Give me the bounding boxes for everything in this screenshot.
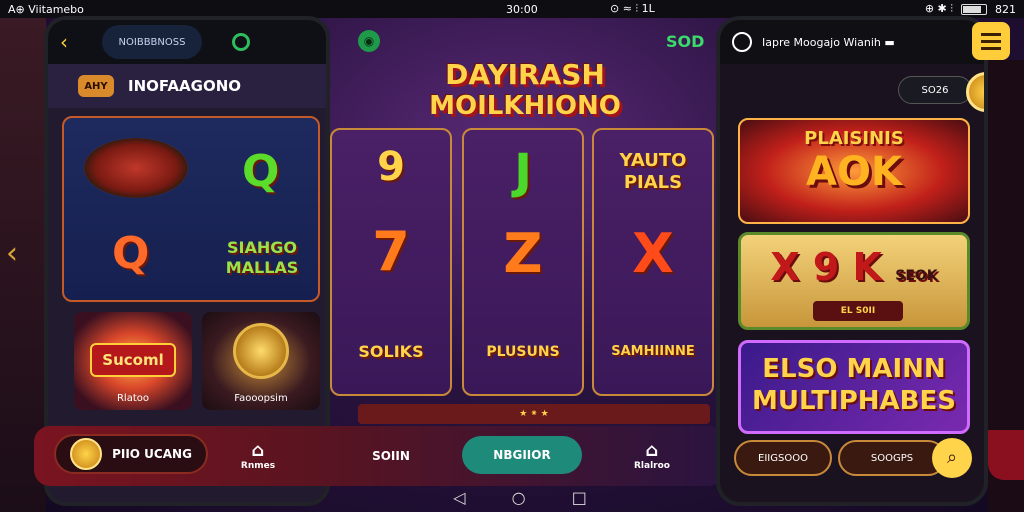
section-header: AHY INOFAAGONO — [48, 64, 326, 108]
status-time: 30:00 — [506, 2, 538, 16]
symbol-q-red: Q — [112, 228, 150, 279]
coin-icon — [70, 438, 103, 470]
battery-icon — [961, 3, 987, 15]
reel-3: YAUTO PIALS X SAMHIINNE — [592, 128, 714, 396]
symbol-q-green: Q — [242, 146, 280, 197]
thumb-badge: Sucoml — [90, 343, 176, 377]
tab-profile-label: Rlalroo — [634, 460, 670, 471]
left-phone-topbar: ‹ NOIBBBNOSS — [48, 20, 326, 64]
right-left-button[interactable]: EIIGSOOO — [734, 440, 832, 476]
promo-card-foot: EL S0II — [813, 301, 903, 321]
chevron-left-icon[interactable]: ‹ — [6, 236, 28, 271]
shield-icon[interactable]: ◉ — [358, 30, 380, 52]
recents-nav-icon[interactable]: □ — [572, 488, 587, 507]
reel-2: J Z PLUSUNS — [462, 128, 584, 396]
reel-symbol: X — [632, 222, 674, 285]
logo-line-1: DAYIRASH — [445, 58, 605, 91]
game-thumb[interactable]: Faooopsim — [202, 312, 320, 410]
promo-card-line-2: MULTIPHABES — [752, 386, 956, 416]
search-icon[interactable]: ⌕ — [932, 438, 972, 478]
deposit-label: PIIO UCANG — [112, 447, 192, 461]
status-icons-b: ⊕ ✱ ⫶ 821 — [925, 2, 1016, 16]
status-left-text: A⊕ Viitamebo — [8, 2, 84, 16]
coin-icon[interactable] — [966, 72, 984, 112]
reel-symbol: PLUSUNS — [486, 344, 560, 360]
game-thumbs: Sucoml Rlatoo Faooopsim — [74, 312, 326, 410]
promo-card[interactable]: X 9 K SEOK EL S0II — [738, 232, 970, 330]
promo-card-big: X 9 K SEOK — [741, 245, 967, 289]
header-balance: SOD — [666, 32, 705, 51]
back-icon[interactable]: ‹ — [60, 30, 68, 54]
back-nav-icon[interactable]: ◁ — [453, 488, 465, 507]
reel-1: 9 7 SOLIKS — [330, 128, 452, 396]
right-balance-pill[interactable]: SO26 — [898, 76, 972, 104]
menu-icon[interactable] — [972, 22, 1010, 60]
status-icons-a: ⊙ ≈ ⫶ 1L — [610, 2, 655, 15]
promo-card-big: AOK — [806, 149, 902, 195]
right-side-strip — [988, 60, 1024, 512]
reel-symbol: 9 — [377, 144, 405, 190]
tab-home-label: Rnmes — [240, 460, 276, 471]
battery-text: 821 — [995, 2, 1016, 16]
roulette-icon — [84, 138, 188, 198]
promo-card[interactable]: PLAISINIS AOK — [738, 118, 970, 224]
reel-symbol: 7 — [372, 220, 410, 283]
right-phone-frame: Iapre Moogajo Wianih ▬ SO26 PLAISINIS AO… — [716, 16, 988, 506]
thumb-label: Rlatoo — [116, 393, 149, 404]
thumb-label: Faooopsim — [234, 393, 288, 404]
deposit-button[interactable]: PIIO UCANG — [54, 434, 208, 474]
symbol-slot-text: SIAHGO MALLAS — [225, 238, 299, 277]
promo-card-big-text: X 9 K — [770, 245, 882, 289]
location-icon — [732, 32, 752, 52]
tab-home[interactable]: ⌂ Rnmes — [230, 432, 286, 478]
status-icons-b-text: ⊕ ✱ ⫶ — [924, 2, 953, 15]
section-tag: AHY — [78, 75, 114, 97]
reel-bar: ★ ⁕ ★ — [358, 404, 710, 424]
tab-profile[interactable]: ⌂ Rlalroo — [622, 432, 682, 478]
game-logo: DAYIRASH MOILKHIONO — [420, 58, 630, 138]
reel-symbol: SAMHIINNE — [611, 344, 695, 359]
promo-card-side: SEOK — [895, 268, 938, 284]
right-phone-topbar: Iapre Moogajo Wianih ▬ — [720, 20, 984, 64]
promo-card-title: PLAISINIS — [804, 128, 904, 149]
promo-card-line-1: ELSO MAINN — [762, 354, 946, 384]
account-pill[interactable]: NOIBBBNOSS — [102, 25, 202, 59]
system-nav: ◁ ○ □ — [430, 486, 610, 508]
logo-line-2: MOILKHIONO — [429, 91, 621, 121]
section-title: INOFAAGONO — [128, 77, 241, 95]
reel-symbol: Z — [503, 222, 543, 285]
home-icon: ⌂ — [251, 439, 265, 461]
register-button[interactable]: NBGIIOR — [462, 436, 582, 474]
home-nav-icon[interactable]: ○ — [512, 488, 526, 507]
login-button[interactable]: SOIIN — [346, 438, 436, 474]
bottom-nav: PIIO UCANG ⌂ Rnmes SOIIN NBGIIOR ⌂ Rlalr… — [34, 426, 724, 486]
decor-blob — [988, 430, 1024, 480]
right-right-button[interactable]: SOOGPS — [838, 440, 946, 476]
status-dot-icon — [232, 33, 250, 51]
profile-icon: ⌂ — [645, 439, 659, 461]
game-grid-panel[interactable]: Q Q SIAHGO MALLAS — [62, 116, 320, 302]
reel-symbol: J — [514, 144, 532, 200]
right-phone-title: Iapre Moogajo Wianih ▬ — [762, 35, 895, 49]
promo-card[interactable]: ELSO MAINN MULTIPHABES — [738, 340, 970, 434]
game-thumb[interactable]: Sucoml Rlatoo — [74, 312, 192, 410]
coin-icon — [233, 323, 289, 379]
reel-symbol: YAUTO PIALS — [619, 150, 687, 193]
reel-symbol: SOLIKS — [358, 342, 424, 361]
